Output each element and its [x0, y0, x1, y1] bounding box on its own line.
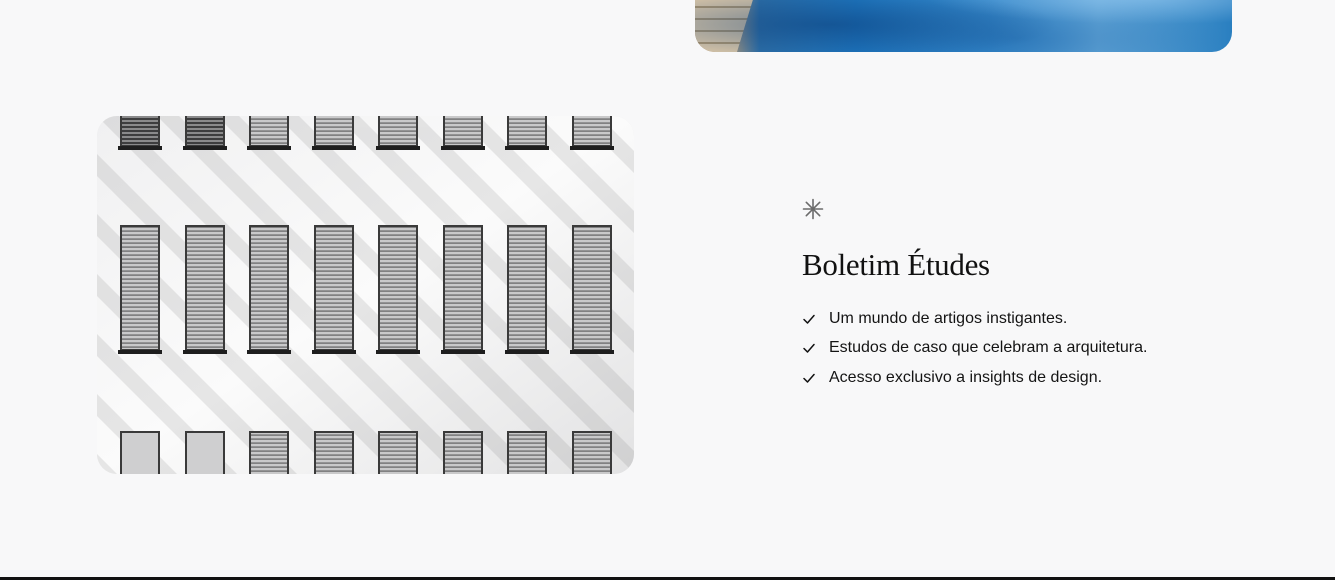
- facade-window: [120, 431, 160, 474]
- facade-window: [118, 116, 162, 150]
- feature-text: Acesso exclusivo a insights de design.: [829, 368, 1103, 386]
- facade-window: [505, 116, 549, 150]
- facade-window: [376, 116, 420, 150]
- check-icon: [803, 373, 815, 383]
- facade-window: [376, 225, 420, 354]
- facade-window: [441, 116, 485, 150]
- facade-window: [314, 431, 354, 474]
- feature-text: Um mundo de artigos instigantes.: [829, 309, 1068, 327]
- facade-window: [312, 116, 356, 150]
- facade-window: [247, 116, 291, 150]
- asterisk-icon: [802, 198, 824, 220]
- facade-window: [118, 225, 162, 354]
- feature-list: Um mundo de artigos instigantes. Estudos…: [802, 304, 1232, 393]
- facade-window: [247, 225, 291, 354]
- newsletter-section: Boletim Études Um mundo de artigos insti…: [0, 0, 1335, 580]
- newsletter-content: Boletim Études Um mundo de artigos insti…: [802, 198, 1232, 393]
- facade-window: [378, 431, 418, 474]
- check-icon: [803, 344, 815, 353]
- facade-window: [570, 116, 614, 150]
- facade-window: [441, 225, 485, 354]
- facade-window: [185, 431, 225, 474]
- feature-item: Acesso exclusivo a insights de design.: [802, 363, 1232, 393]
- check-icon: [803, 314, 815, 324]
- facade-window: [507, 431, 547, 474]
- building-facade-image: [97, 116, 634, 474]
- facade-illustration: [97, 116, 634, 474]
- photo-shading: [695, 0, 1232, 52]
- facade-window: [249, 431, 289, 474]
- facade-window: [183, 116, 227, 150]
- facade-window: [570, 225, 614, 354]
- facade-window: [183, 225, 227, 354]
- feature-item: Estudos de caso que celebram a arquitetu…: [802, 334, 1232, 364]
- feature-item: Um mundo de artigos instigantes.: [802, 304, 1232, 334]
- newsletter-title: Boletim Études: [802, 247, 990, 282]
- feature-text: Estudos de caso que celebram a arquitetu…: [829, 339, 1148, 357]
- facade-window: [572, 431, 612, 474]
- facade-window: [505, 225, 549, 354]
- facade-window: [443, 431, 483, 474]
- hero-photo: [695, 0, 1232, 52]
- facade-window: [312, 225, 356, 354]
